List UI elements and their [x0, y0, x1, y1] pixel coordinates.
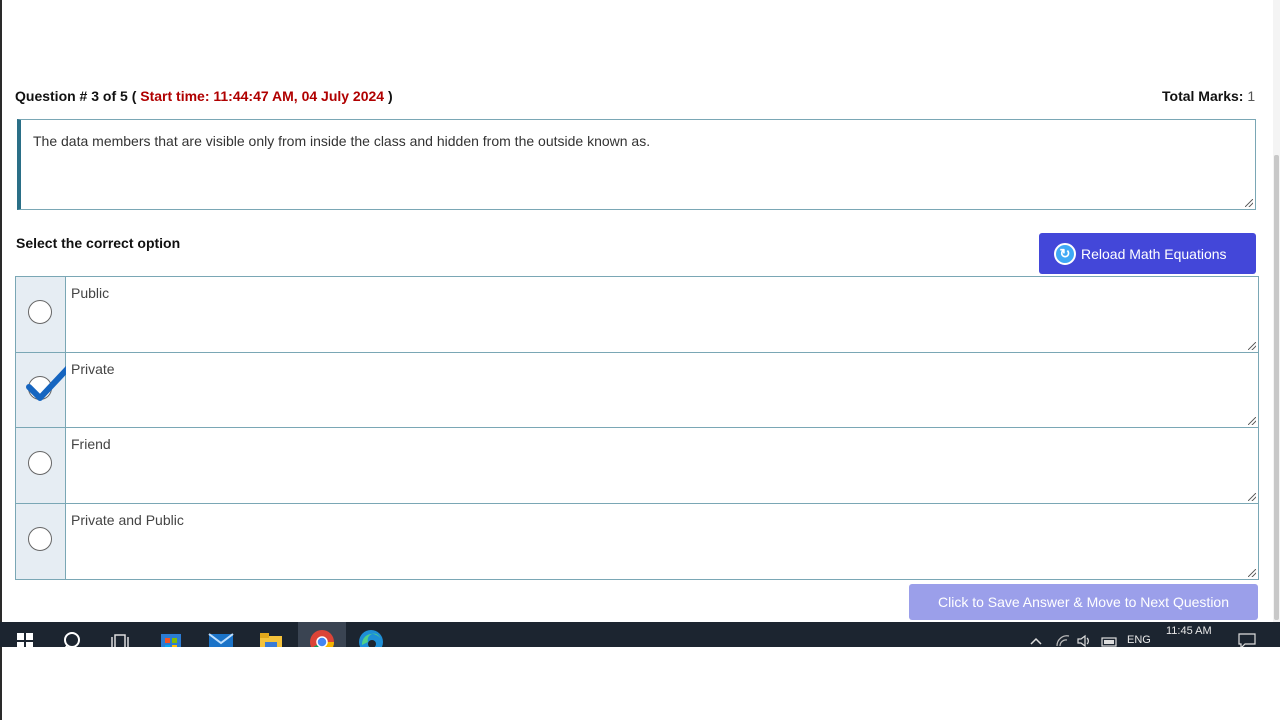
chrome-icon[interactable]: [298, 622, 346, 647]
option-textarea[interactable]: Private and Public: [66, 503, 1258, 579]
windows-start-icon[interactable]: [8, 622, 42, 647]
resize-grip-icon[interactable]: [1245, 199, 1253, 207]
save-and-next-button[interactable]: Click to Save Answer & Move to Next Ques…: [909, 584, 1258, 620]
wifi-icon[interactable]: [1054, 622, 1072, 647]
refresh-icon: ↻: [1054, 242, 1076, 265]
scrollbar-thumb[interactable]: [1274, 155, 1279, 620]
question-number: Question # 3 of 5 (: [15, 88, 137, 104]
option-row-friend[interactable]: Friend: [16, 428, 1258, 504]
windows-taskbar: ENG 11:45 AM: [0, 622, 1280, 647]
battery-icon[interactable]: [1100, 622, 1120, 647]
resize-grip-icon[interactable]: [1248, 569, 1256, 577]
language-indicator[interactable]: ENG: [1127, 634, 1151, 646]
store-icon[interactable]: [156, 622, 186, 647]
total-marks-label: Total Marks:: [1162, 88, 1244, 104]
question-text: The data members that are visible only f…: [33, 133, 651, 149]
select-option-label: Select the correct option: [16, 235, 181, 251]
option-radio-public[interactable]: [28, 300, 52, 324]
option-label: Public: [71, 285, 110, 301]
total-marks-value: 1: [1247, 88, 1256, 104]
radio-cell: [16, 503, 66, 579]
option-row-private[interactable]: Private: [16, 352, 1258, 428]
question-header-close: ): [387, 88, 393, 104]
clock-time[interactable]: 11:45 AM: [1166, 625, 1212, 637]
window-edge: [0, 0, 2, 720]
option-label: Private and Public: [71, 511, 184, 528]
option-textarea[interactable]: Public: [66, 277, 1258, 352]
option-row-private-and-public[interactable]: Private and Public: [16, 503, 1258, 579]
notifications-icon[interactable]: [1236, 622, 1258, 647]
mail-icon[interactable]: [206, 622, 236, 647]
edge-icon[interactable]: [356, 622, 386, 647]
option-row-public[interactable]: Public: [16, 277, 1258, 353]
option-radio-friend[interactable]: [28, 451, 52, 475]
file-explorer-icon[interactable]: [256, 622, 286, 647]
option-label: Private: [71, 360, 115, 377]
tray-chevron-up-icon[interactable]: [1028, 622, 1044, 647]
reload-button-label: Reload Math Equations: [1081, 245, 1227, 262]
total-marks: Total Marks: 1: [1162, 88, 1255, 104]
question-header: Question # 3 of 5 ( Start time: 11:44:47…: [15, 88, 393, 104]
option-label: Friend: [71, 436, 111, 452]
search-icon[interactable]: [58, 622, 88, 647]
options-list: Public Private Friend Private and Public: [15, 276, 1259, 580]
radio-cell: [16, 352, 73, 427]
question-textarea[interactable]: The data members that are visible only f…: [17, 119, 1256, 210]
resize-grip-icon[interactable]: [1248, 492, 1256, 501]
option-textarea[interactable]: Private: [66, 352, 1258, 427]
task-view-icon[interactable]: [106, 622, 134, 647]
option-radio-private-and-public[interactable]: [28, 526, 52, 551]
volume-icon[interactable]: [1076, 622, 1094, 647]
option-textarea[interactable]: Friend: [66, 428, 1258, 503]
resize-grip-icon[interactable]: [1248, 341, 1256, 350]
radio-cell: [16, 277, 66, 352]
radio-cell: [16, 428, 66, 503]
resize-grip-icon[interactable]: [1248, 417, 1256, 425]
start-time: Start time: 11:44:47 AM, 04 July 2024: [140, 88, 385, 104]
reload-math-equations-button[interactable]: ↻ Reload Math Equations: [1039, 233, 1256, 274]
